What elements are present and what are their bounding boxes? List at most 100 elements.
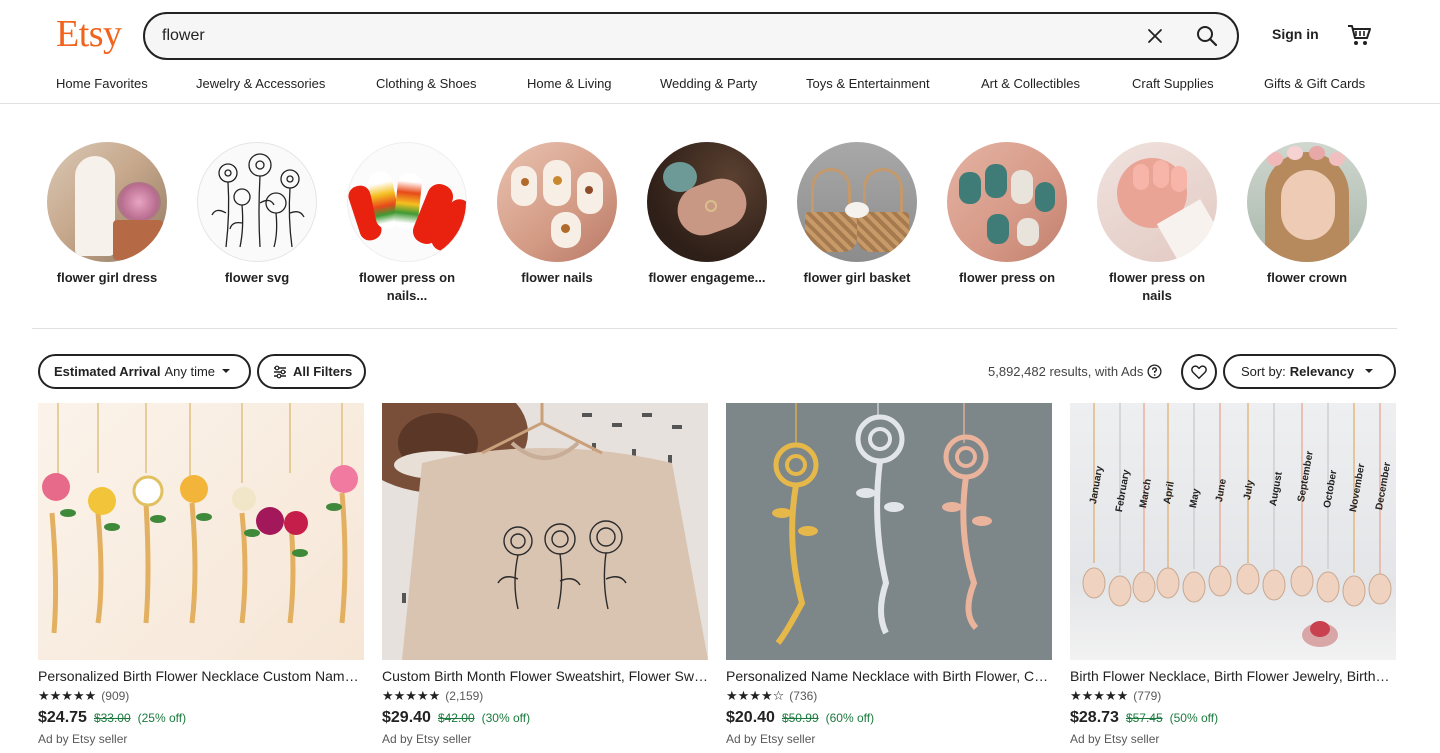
original-price: $33.00 <box>93 711 131 725</box>
listing-rating: ★★★★★ (779) <box>1070 688 1396 704</box>
month-label: September <box>1296 450 1316 503</box>
star-rating-icon: ★★★★★ <box>38 688 97 703</box>
listing-card[interactable]: January February March April May June Ju… <box>1070 403 1396 746</box>
favorite-search-button[interactable] <box>1181 354 1217 390</box>
original-price: $57.45 <box>1125 711 1163 725</box>
all-filters-button[interactable]: All Filters <box>257 354 366 389</box>
listing-title[interactable]: Personalized Name Necklace with Birth Fl… <box>726 667 1052 685</box>
category-image <box>1247 142 1367 262</box>
category-flower-press-on-nails-2[interactable]: flower press on nails <box>1082 142 1232 305</box>
all-filters-label: All Filters <box>293 364 353 379</box>
category-image <box>47 142 167 262</box>
cart-icon[interactable] <box>1346 22 1372 48</box>
nav-home-favorites[interactable]: Home Favorites <box>56 76 148 91</box>
month-label: February <box>1114 468 1133 513</box>
month-label: July <box>1242 479 1257 501</box>
listing-image[interactable] <box>38 403 364 660</box>
ad-label: Ad by Etsy seller <box>38 732 128 746</box>
sign-in-link[interactable]: Sign in <box>1272 26 1319 42</box>
listing-card[interactable]: Personalized Name Necklace with Birth Fl… <box>726 403 1052 746</box>
listing-rating: ★★★★★ (909) <box>38 688 364 704</box>
nav-clothing-shoes[interactable]: Clothing & Shoes <box>376 76 476 91</box>
listing-title[interactable]: Personalized Birth Flower Necklace Custo… <box>38 667 364 685</box>
original-price: $42.00 <box>437 711 475 725</box>
nav-art-collectibles[interactable]: Art & Collectibles <box>981 76 1080 91</box>
category-label: flower nails <box>521 270 593 285</box>
month-label: May <box>1188 487 1203 509</box>
listing-image[interactable] <box>726 403 1052 660</box>
listing-image[interactable]: January February March April May June Ju… <box>1070 403 1396 660</box>
search-icon[interactable] <box>1183 14 1231 58</box>
category-flower-press-on-nails[interactable]: flower press on nails... <box>332 142 482 305</box>
arrival-value: Any time <box>164 364 216 379</box>
month-label: April <box>1162 480 1177 505</box>
sort-label: Sort by: <box>1241 364 1286 379</box>
category-flower-engagement[interactable]: flower engageme... <box>632 142 782 287</box>
nav-toys-entertainment[interactable]: Toys & Entertainment <box>806 76 930 91</box>
month-label: December <box>1374 461 1394 511</box>
discount-label: (30% off) <box>481 711 531 725</box>
sale-price: $29.40 <box>382 709 431 726</box>
category-flower-girl-dress[interactable]: flower girl dress <box>32 142 182 287</box>
category-label: flower press on nails... <box>358 270 456 303</box>
estimated-arrival-filter[interactable]: Estimated Arrival Any time <box>38 354 251 389</box>
nav-craft-supplies[interactable]: Craft Supplies <box>1132 76 1214 91</box>
category-flower-girl-basket[interactable]: flower girl basket <box>782 142 932 287</box>
month-label: November <box>1348 462 1368 513</box>
original-price: $50.99 <box>781 711 819 725</box>
sort-dropdown[interactable]: Sort by: Relevancy <box>1223 354 1396 389</box>
month-label: August <box>1268 471 1285 507</box>
nav-wedding-party[interactable]: Wedding & Party <box>660 76 757 91</box>
listing-price-row: $20.40 $50.99 (60% off) <box>726 709 1052 727</box>
category-flower-svg[interactable]: flower svg <box>182 142 332 287</box>
sort-value: Relevancy <box>1289 364 1355 379</box>
etsy-logo[interactable]: Etsy <box>56 12 122 56</box>
listing-card[interactable]: Personalized Birth Flower Necklace Custo… <box>38 403 364 746</box>
ad-label: Ad by Etsy seller <box>1070 732 1160 746</box>
search-bar[interactable]: flower <box>143 12 1239 60</box>
sale-price: $28.73 <box>1070 709 1119 726</box>
category-label: flower svg <box>224 270 290 285</box>
section-divider <box>32 328 1397 329</box>
category-label: flower press on nails <box>1108 270 1206 303</box>
filters-icon <box>273 365 287 379</box>
category-flower-nails[interactable]: flower nails <box>482 142 632 287</box>
star-rating-icon: ★★★★★ <box>382 688 441 703</box>
nav-jewelry-accessories[interactable]: Jewelry & Accessories <box>196 76 325 91</box>
month-label: June <box>1214 478 1229 503</box>
ad-label: Ad by Etsy seller <box>382 732 472 746</box>
caret-down-icon <box>1364 364 1374 379</box>
nav-gifts-gift-cards[interactable]: Gifts & Gift Cards <box>1264 76 1365 91</box>
arrival-label: Estimated Arrival <box>54 364 161 379</box>
listing-image[interactable] <box>382 403 708 660</box>
category-nav: Home Favorites Jewelry & Accessories Clo… <box>0 72 1440 98</box>
listing-rating: ★★★★☆ (736) <box>726 688 1052 704</box>
discount-label: (50% off) <box>1169 711 1219 725</box>
clear-search-icon[interactable] <box>1135 16 1175 56</box>
nav-home-living[interactable]: Home & Living <box>527 76 612 91</box>
review-count: (736) <box>789 689 818 703</box>
category-label: flower girl dress <box>56 270 158 285</box>
search-input[interactable]: flower <box>145 27 1135 45</box>
listing-title[interactable]: Birth Flower Necklace, Birth Flower Jewe… <box>1070 667 1396 685</box>
category-label: flower engageme... <box>648 270 766 285</box>
category-flower-crown[interactable]: flower crown <box>1232 142 1382 287</box>
sale-price: $20.40 <box>726 709 775 726</box>
results-count: 5,892,482 results, with Ads <box>988 364 1162 379</box>
category-flower-press-on[interactable]: flower press on <box>932 142 1082 287</box>
listing-rating: ★★★★★ (2,159) <box>382 688 708 704</box>
listing-price-row: $28.73 $57.45 (50% off) <box>1070 709 1396 727</box>
review-count: (2,159) <box>445 689 484 703</box>
listing-title[interactable]: Custom Birth Month Flower Sweatshirt, Fl… <box>382 667 708 685</box>
category-image <box>947 142 1067 262</box>
category-image <box>497 142 617 262</box>
category-label: flower press on <box>958 270 1056 285</box>
help-icon[interactable] <box>1147 364 1162 379</box>
month-label: October <box>1322 469 1340 509</box>
review-count: (909) <box>101 689 130 703</box>
category-image <box>647 142 767 262</box>
listing-card[interactable]: Custom Birth Month Flower Sweatshirt, Fl… <box>382 403 708 746</box>
heart-icon <box>1190 363 1208 381</box>
caret-down-icon <box>221 364 231 379</box>
category-image <box>347 142 467 262</box>
